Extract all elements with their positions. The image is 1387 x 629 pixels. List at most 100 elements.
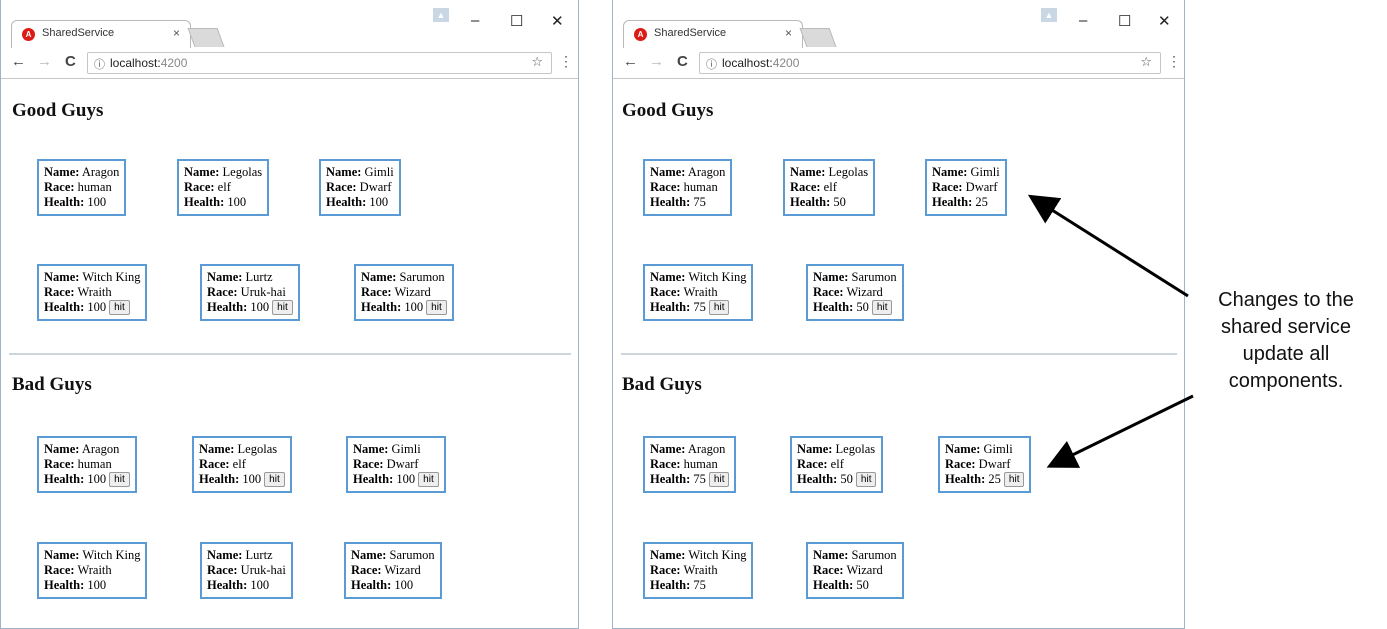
name-line: Name: Gimli xyxy=(932,165,1000,180)
hit-button[interactable]: hit xyxy=(426,300,447,315)
name-label: Name: xyxy=(44,442,80,456)
address-bar[interactable]: ⓘ localhost:4200 ☆ xyxy=(87,52,552,74)
tab-title: SharedService xyxy=(654,27,727,39)
close-window-icon[interactable]: ✕ xyxy=(1158,12,1171,30)
hit-button[interactable]: hit xyxy=(855,472,877,487)
race-label: Race: xyxy=(184,180,215,194)
forward-icon[interactable]: → xyxy=(37,53,52,70)
back-icon[interactable]: ← xyxy=(11,53,26,70)
race-line: Race: Dwarf xyxy=(945,457,1024,472)
title-bar: A SharedService × ▲ – ☐ ✕ xyxy=(1,0,578,48)
character-health: 100 xyxy=(87,472,107,486)
character-health: 50 xyxy=(840,472,853,486)
name-label: Name: xyxy=(932,165,968,179)
browser-tab[interactable]: A SharedService × xyxy=(623,20,803,48)
hit-button[interactable]: hit xyxy=(871,300,893,315)
character-name: Sarumon xyxy=(851,548,897,562)
character-name: Aragon xyxy=(81,442,120,456)
minimize-icon[interactable]: – xyxy=(471,12,479,29)
character-health: 75 xyxy=(693,300,706,314)
character-name: Witch King xyxy=(82,270,141,284)
tab-close-icon[interactable]: × xyxy=(173,26,180,40)
info-icon[interactable]: ⓘ xyxy=(706,56,717,72)
character-card: Name: Sarumon Race: Wizard Health: 100 xyxy=(344,542,442,599)
character-name: Aragon xyxy=(687,165,726,179)
maximize-icon[interactable]: ☐ xyxy=(510,12,523,30)
name-line: Name: Sarumon xyxy=(813,270,897,285)
health-label: Health: xyxy=(650,300,691,314)
health-line: Health: 50 hit xyxy=(797,472,877,487)
health-line: Health: 25 xyxy=(932,195,1000,210)
menu-icon[interactable]: ⋮ xyxy=(1167,53,1181,70)
name-line: Name: Gimli xyxy=(326,165,394,180)
address-bar[interactable]: ⓘ localhost:4200 ☆ xyxy=(699,52,1161,74)
race-label: Race: xyxy=(650,285,681,299)
info-icon[interactable]: ⓘ xyxy=(94,56,105,72)
character-race: Wraith xyxy=(77,563,112,577)
character-name: Witch King xyxy=(82,548,141,562)
health-label: Health: xyxy=(184,195,225,209)
menu-icon[interactable]: ⋮ xyxy=(559,53,573,70)
character-health: 100 xyxy=(404,300,424,314)
health-label: Health: xyxy=(199,472,240,486)
hit-button[interactable]: hit xyxy=(708,472,730,487)
race-line: Race: Dwarf xyxy=(932,180,1000,195)
character-name: Witch King xyxy=(688,548,747,562)
health-label: Health: xyxy=(650,578,691,592)
race-label: Race: xyxy=(650,457,681,471)
reload-icon[interactable]: C xyxy=(677,53,688,70)
race-line: Race: Wraith xyxy=(44,285,140,300)
maximize-icon[interactable]: ☐ xyxy=(1118,12,1131,30)
health-label: Health: xyxy=(207,300,248,314)
annotation-line: shared service xyxy=(1220,316,1352,338)
name-line: Name: Gimli xyxy=(353,442,439,457)
hit-button[interactable]: hit xyxy=(109,300,130,315)
race-label: Race: xyxy=(326,180,357,194)
new-tab-button[interactable] xyxy=(187,28,225,47)
race-line: Race: Uruk-hai xyxy=(207,285,293,300)
hit-button[interactable]: hit xyxy=(109,472,130,487)
character-race: Wizard xyxy=(846,285,883,299)
hit-button[interactable]: hit xyxy=(272,300,293,315)
name-line: Name: Sarumon xyxy=(351,548,435,563)
tab-close-icon[interactable]: × xyxy=(785,26,792,40)
name-label: Name: xyxy=(945,442,981,456)
annotation-line: Changes to the xyxy=(1218,289,1354,311)
character-card: Name: Legolas Race: elf Health: 100 hit xyxy=(192,436,292,493)
profile-icon[interactable]: ▲ xyxy=(433,8,449,22)
browser-toolbar: ← → C ⓘ localhost:4200 ☆ ⋮ xyxy=(1,48,578,79)
new-tab-button[interactable] xyxy=(799,28,837,47)
race-label: Race: xyxy=(44,180,75,194)
bookmark-star-icon[interactable]: ☆ xyxy=(531,55,543,70)
race-label: Race: xyxy=(932,180,963,194)
race-line: Race: Dwarf xyxy=(353,457,439,472)
character-card: Name: Lurtz Race: Uruk-hai Health: 100 hit xyxy=(200,264,300,321)
name-label: Name: xyxy=(351,548,387,562)
forward-icon[interactable]: → xyxy=(649,53,664,70)
character-card: Name: Gimli Race: Dwarf Health: 100 hit xyxy=(346,436,446,493)
profile-icon[interactable]: ▲ xyxy=(1041,8,1057,22)
title-bar: A SharedService × ▲ – ☐ ✕ xyxy=(613,0,1184,48)
hit-button[interactable]: hit xyxy=(1003,472,1025,487)
hit-button[interactable]: hit xyxy=(418,472,439,487)
hit-button[interactable]: hit xyxy=(708,300,730,315)
close-window-icon[interactable]: ✕ xyxy=(551,12,564,30)
health-line: Health: 100 hit xyxy=(44,300,140,315)
hit-button[interactable]: hit xyxy=(264,472,285,487)
name-line: Name: Lurtz xyxy=(207,270,293,285)
browser-tab[interactable]: A SharedService × xyxy=(11,20,191,48)
bookmark-star-icon[interactable]: ☆ xyxy=(1140,55,1152,70)
race-line: Race: human xyxy=(650,457,729,472)
back-icon[interactable]: ← xyxy=(623,53,638,70)
health-label: Health: xyxy=(44,578,85,592)
reload-icon[interactable]: C xyxy=(65,53,76,70)
angular-favicon-icon: A xyxy=(22,28,35,41)
character-health: 50 xyxy=(833,195,846,209)
character-card: Name: Sarumon Race: Wizard Health: 50 xyxy=(806,542,904,599)
name-line: Name: Witch King xyxy=(44,548,140,563)
health-line: Health: 100 xyxy=(44,195,119,210)
minimize-icon[interactable]: – xyxy=(1079,12,1087,29)
health-line: Health: 100 xyxy=(207,578,286,593)
race-label: Race: xyxy=(199,457,230,471)
race-line: Race: elf xyxy=(790,180,868,195)
